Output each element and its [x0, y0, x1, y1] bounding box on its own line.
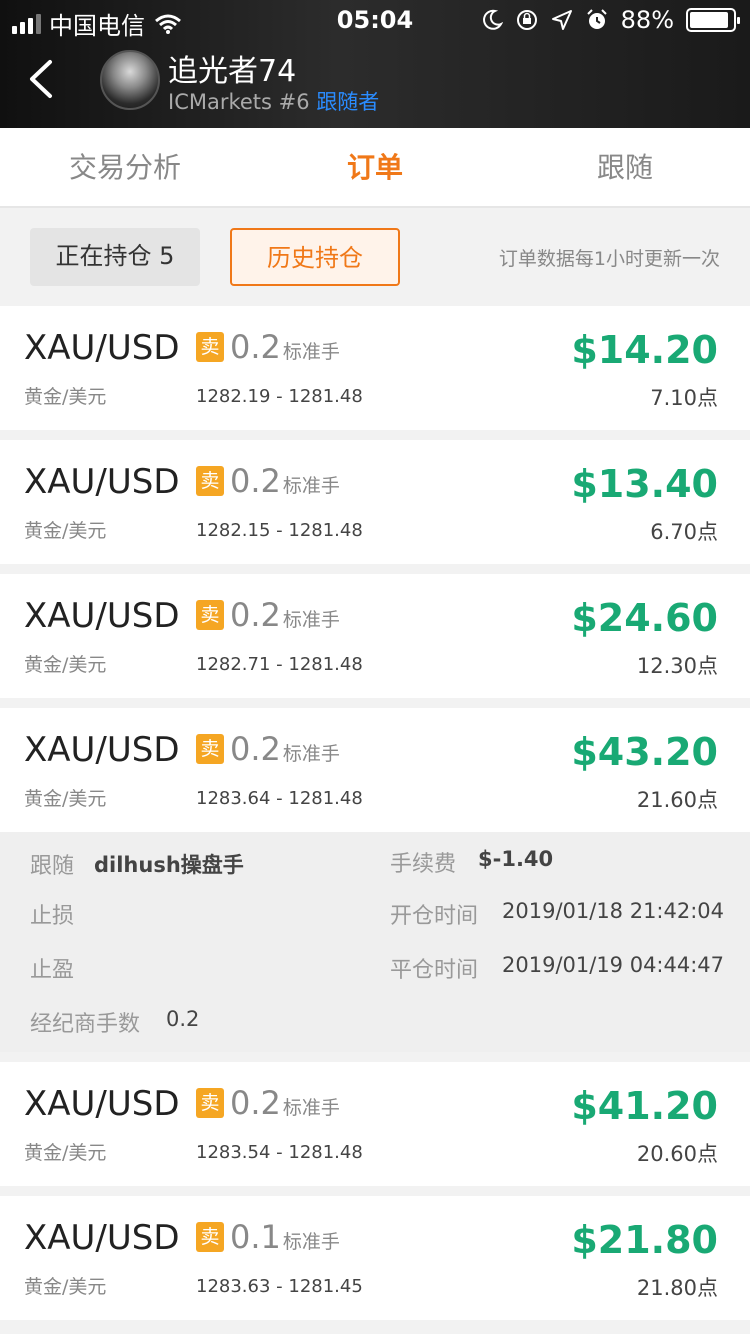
avatar[interactable] [100, 50, 160, 110]
stop-loss-label: 止损 [30, 904, 75, 929]
sell-badge: 卖 [196, 1222, 224, 1252]
broker-lots-label: 经纪商手数 [30, 1012, 141, 1037]
sell-badge: 卖 [196, 466, 224, 496]
order-lots-unit: 标准手 [282, 475, 340, 497]
order-list: XAU/USD 黄金/美元 卖 0.2 标准手 1282.19 - 1281.48… [0, 306, 750, 1330]
order-lots: 0.2 标准手 [230, 730, 340, 768]
order-points: 7.10点 [650, 386, 718, 410]
broker-account: ICMarkets #6 [168, 90, 310, 114]
order-profit: $13.40 [571, 462, 718, 506]
order-lots: 0.2 标准手 [230, 596, 340, 634]
order-prices: 1283.54 - 1281.48 [196, 1142, 363, 1163]
order-lots-value: 0.2 [230, 596, 281, 634]
order-symbol-name: 黄金/美元 [24, 1142, 107, 1164]
role-link[interactable]: 跟随者 [316, 90, 379, 114]
order-lots-value: 0.2 [230, 730, 281, 768]
open-positions-button[interactable]: 正在持仓 5 [30, 228, 200, 286]
sell-badge: 卖 [196, 332, 224, 362]
order-lots: 0.1 标准手 [230, 1218, 340, 1256]
order-prices: 1282.19 - 1281.48 [196, 386, 363, 407]
order-card[interactable]: XAU/USD 黄金/美元 卖 0.2 标准手 1283.54 - 1281.48… [0, 1062, 750, 1186]
order-symbol-name: 黄金/美元 [24, 520, 107, 542]
order-lots-unit: 标准手 [282, 743, 340, 765]
order-points: 12.30点 [636, 654, 718, 678]
order-profit: $21.80 [571, 1218, 718, 1262]
order-card-expanded[interactable]: XAU/USD 黄金/美元 卖 0.2 标准手 1283.64 - 1281.48… [0, 708, 750, 832]
battery-icon [686, 8, 740, 32]
order-symbol: XAU/USD [24, 1084, 180, 1124]
order-filters: 正在持仓 5 历史持仓 订单数据每1小时更新一次 [0, 210, 750, 304]
close-time-label: 平仓时间 [390, 958, 479, 983]
order-card[interactable]: XAU/USD 黄金/美元 卖 0.2 标准手 1282.15 - 1281.48… [0, 440, 750, 564]
location-icon [551, 10, 572, 30]
order-lots-unit: 标准手 [282, 1231, 340, 1253]
moon-icon [482, 9, 503, 30]
order-prices: 1282.15 - 1281.48 [196, 520, 363, 541]
order-card[interactable]: XAU/USD 黄金/美元 卖 0.1 标准手 1283.63 - 1281.45… [0, 1196, 750, 1320]
order-symbol-name: 黄金/美元 [24, 386, 107, 408]
order-detail-panel: 跟随 dilhush操盘手 止损 止盈 经纪商手数 0.2 手续费 $-1.40… [0, 832, 750, 1052]
fee-value: $-1.40 [478, 847, 554, 871]
order-points: 20.60点 [636, 1142, 718, 1166]
sell-badge: 卖 [196, 1088, 224, 1118]
history-positions-button[interactable]: 历史持仓 [230, 228, 400, 286]
order-lots: 0.2 标准手 [230, 328, 340, 366]
battery-percent: 88% [620, 6, 674, 34]
order-lots: 0.2 标准手 [230, 462, 340, 500]
status-bar: 中国电信 05:04 88% [0, 0, 750, 40]
order-lots-unit: 标准手 [282, 609, 340, 631]
order-profit: $43.20 [571, 730, 718, 774]
order-prices: 1283.63 - 1281.45 [196, 1276, 363, 1297]
order-symbol-name: 黄金/美元 [24, 788, 107, 810]
tab-trade-analysis[interactable]: 交易分析 [0, 128, 250, 206]
status-right: 88% [481, 6, 740, 34]
follow-label: 跟随 [30, 854, 75, 879]
order-symbol: XAU/USD [24, 596, 180, 636]
sell-badge: 卖 [196, 600, 224, 630]
open-time-value: 2019/01/18 21:42:04 [502, 899, 725, 923]
tab-follow[interactable]: 跟随 [500, 128, 750, 206]
order-profit: $24.60 [571, 596, 718, 640]
order-symbol: XAU/USD [24, 730, 180, 770]
order-profit: $14.20 [571, 328, 718, 372]
app-header: 中国电信 05:04 88% 追光者74 ICMarkets #6 跟随者 [0, 0, 750, 128]
order-symbol: XAU/USD [24, 462, 180, 502]
order-lots-value: 0.2 [230, 462, 281, 500]
order-prices: 1282.71 - 1281.48 [196, 654, 363, 675]
alarm-icon [586, 9, 607, 29]
close-time-value: 2019/01/19 04:44:47 [502, 953, 725, 977]
update-note: 订单数据每1小时更新一次 [498, 248, 720, 270]
sell-badge: 卖 [196, 734, 224, 764]
order-symbol-name: 黄金/美元 [24, 654, 107, 676]
back-arrow-icon[interactable] [20, 56, 66, 102]
order-points: 6.70点 [650, 520, 718, 544]
order-lots-value: 0.2 [230, 1084, 281, 1122]
order-symbol: XAU/USD [24, 328, 180, 368]
order-card[interactable]: XAU/USD 黄金/美元 卖 0.2 标准手 1282.19 - 1281.48… [0, 306, 750, 430]
tab-bar: 交易分析 订单 跟随 [0, 128, 750, 208]
rotation-lock-icon [516, 10, 537, 30]
broker-lots-value: 0.2 [166, 1007, 200, 1031]
order-lots: 0.2 标准手 [230, 1084, 340, 1122]
order-points: 21.60点 [636, 788, 718, 812]
order-lots-value: 0.1 [230, 1218, 281, 1256]
take-profit-label: 止盈 [30, 958, 75, 983]
follow-value: dilhush操盘手 [94, 853, 244, 877]
user-name: 追光者74 [168, 54, 297, 89]
order-points: 21.80点 [636, 1276, 718, 1300]
order-lots-value: 0.2 [230, 328, 281, 366]
order-lots-unit: 标准手 [282, 341, 340, 363]
order-prices: 1283.64 - 1281.48 [196, 788, 363, 809]
tab-orders[interactable]: 订单 [250, 128, 500, 206]
order-symbol: XAU/USD [24, 1218, 180, 1258]
open-time-label: 开仓时间 [390, 904, 479, 929]
user-subtitle: ICMarkets #6 跟随者 [168, 86, 379, 116]
fee-label: 手续费 [390, 852, 457, 877]
order-card[interactable]: XAU/USD 黄金/美元 卖 0.2 标准手 1282.71 - 1281.48… [0, 574, 750, 698]
order-lots-unit: 标准手 [282, 1097, 340, 1119]
order-symbol-name: 黄金/美元 [24, 1276, 107, 1298]
order-profit: $41.20 [571, 1084, 718, 1128]
